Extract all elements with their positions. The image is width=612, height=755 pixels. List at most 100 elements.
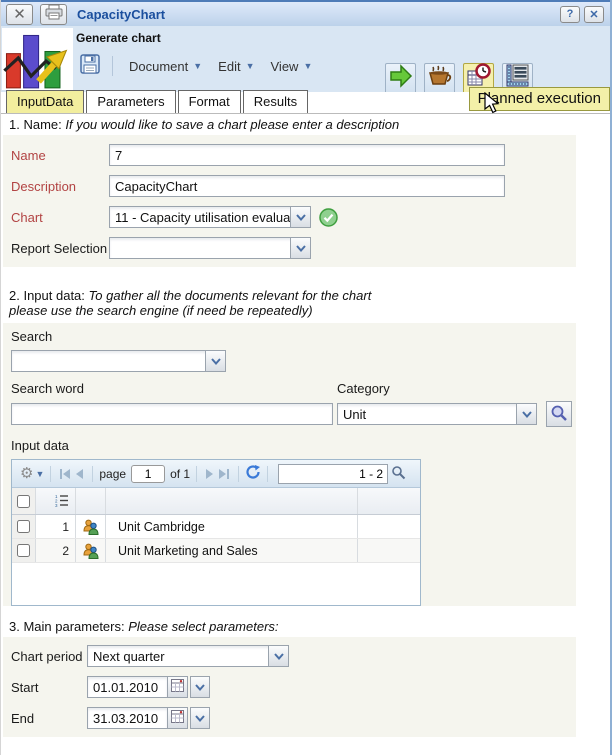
- svg-text:3: 3: [55, 503, 58, 507]
- row-number: 2: [36, 539, 76, 562]
- form-content: 1. Name: If you would like to save a cha…: [1, 115, 610, 755]
- menu-bar: Document ▼ Edit ▼ View ▼: [76, 50, 320, 82]
- refresh-icon[interactable]: [245, 464, 261, 483]
- search-icon: [550, 404, 568, 425]
- name-column-header[interactable]: [106, 488, 358, 514]
- row-checkbox[interactable]: [17, 544, 30, 557]
- report-selection-label: Report Selection: [11, 241, 109, 256]
- caret-down-icon: ▼: [246, 61, 255, 71]
- chevron-down-icon[interactable]: [290, 207, 310, 227]
- search-word-field[interactable]: [11, 403, 333, 425]
- tab-format[interactable]: Format: [178, 90, 241, 113]
- input-data-label: Input data: [11, 438, 576, 453]
- row-name: Unit Marketing and Sales: [106, 539, 358, 562]
- row-number-column-header[interactable]: 123: [36, 488, 76, 514]
- menu-edit[interactable]: Edit ▼: [210, 55, 262, 78]
- menu-separator: [112, 56, 113, 76]
- grid-row-2[interactable]: 2 Unit Marketing and Sales: [12, 539, 420, 563]
- run-search-button[interactable]: [546, 401, 572, 427]
- category-select[interactable]: Unit: [337, 403, 537, 425]
- section1-panel: Name Description Chart 11 - Capacity uti…: [3, 135, 576, 267]
- start-date-dropdown-button[interactable]: [190, 676, 210, 698]
- report-selection-select[interactable]: [109, 237, 311, 259]
- search-select[interactable]: [11, 350, 226, 372]
- select-all-checkbox[interactable]: [12, 488, 36, 514]
- menu-view[interactable]: View ▼: [263, 55, 321, 78]
- chart-period-select[interactable]: Next quarter: [87, 645, 289, 667]
- capacity-chart-window: ✕ CapacityChart ? ✕ Generate chart: [0, 0, 612, 755]
- page-count-label: of 1: [170, 467, 190, 481]
- section3-panel: Chart period Next quarter Start: [3, 637, 576, 737]
- close-window-button[interactable]: ✕: [6, 4, 33, 25]
- tab-inputdata[interactable]: InputData: [6, 90, 84, 113]
- help-button[interactable]: ?: [560, 6, 580, 23]
- grid-row-1[interactable]: 1 Unit Cambridge: [12, 515, 420, 539]
- next-page-button[interactable]: [203, 469, 216, 479]
- valid-check-icon: [319, 208, 338, 227]
- window-title: CapacityChart: [77, 7, 165, 22]
- end-label: End: [11, 711, 87, 726]
- toolbar: Generate chart Document ▼ Edit ▼ View ▼: [1, 26, 610, 92]
- section3-heading: 3. Main parameters: Please select parame…: [9, 619, 610, 634]
- chart-select[interactable]: 11 - Capacity utilisation evaluatio: [109, 206, 311, 228]
- background-job-button[interactable]: [424, 63, 455, 94]
- prev-page-button[interactable]: [73, 469, 86, 479]
- save-button[interactable]: [76, 53, 104, 79]
- gear-icon[interactable]: ⚙: [20, 466, 33, 481]
- description-label: Description: [11, 179, 109, 194]
- chevron-down-icon[interactable]: [290, 238, 310, 258]
- tab-parameters[interactable]: Parameters: [86, 90, 175, 113]
- grid-empty-area: [12, 563, 420, 605]
- start-calendar-button[interactable]: [168, 676, 188, 698]
- section1-heading: 1. Name: If you would like to save a cha…: [9, 117, 610, 132]
- close-button[interactable]: ✕: [584, 6, 604, 23]
- extra-column-header: [358, 488, 420, 514]
- name-field[interactable]: [109, 144, 505, 166]
- users-icon: [76, 539, 106, 562]
- run-chart-button[interactable]: [385, 63, 416, 94]
- type-column-header[interactable]: [76, 488, 106, 514]
- chevron-down-icon[interactable]: [205, 351, 225, 371]
- row-number-icon: 123: [55, 493, 69, 510]
- calendar-icon: [171, 710, 184, 726]
- grid-filter-input[interactable]: [278, 464, 388, 484]
- print-button[interactable]: [40, 4, 67, 25]
- floppy-disk-icon: [80, 54, 100, 79]
- first-page-button[interactable]: [57, 469, 73, 479]
- run-arrow-icon: [388, 63, 414, 94]
- page-label: page: [99, 467, 126, 481]
- titlebar: ✕ CapacityChart ? ✕: [1, 0, 610, 26]
- calendar-icon: [171, 679, 184, 695]
- caret-down-icon: ▼: [303, 61, 312, 71]
- row-checkbox[interactable]: [17, 520, 30, 533]
- tab-results[interactable]: Results: [243, 90, 308, 113]
- mouse-cursor: [484, 92, 501, 121]
- toolbar-header: Generate chart: [76, 31, 161, 45]
- end-calendar-button[interactable]: [168, 707, 188, 729]
- close-icon: ✕: [13, 5, 26, 23]
- row-number: 1: [36, 515, 76, 538]
- page-number-input[interactable]: [131, 465, 165, 483]
- section2-heading: 2. Input data: To gather all the documen…: [9, 288, 610, 318]
- menu-document[interactable]: Document ▼: [121, 55, 210, 78]
- search-word-label: Search word: [11, 381, 337, 396]
- description-field[interactable]: [109, 175, 505, 197]
- chart-period-label: Chart period: [11, 649, 87, 664]
- caret-down-icon[interactable]: ▼: [35, 469, 44, 479]
- printer-icon: [45, 4, 63, 25]
- end-date-field[interactable]: [87, 707, 168, 729]
- chevron-down-icon[interactable]: [268, 646, 288, 666]
- search-label: Search: [11, 329, 576, 344]
- name-label: Name: [11, 148, 109, 163]
- grid-search-icon[interactable]: [391, 465, 406, 483]
- chart-label: Chart: [11, 210, 109, 225]
- start-date-field[interactable]: [87, 676, 168, 698]
- chart-logo-icon: [2, 28, 73, 90]
- app-logo: [2, 28, 73, 90]
- row-name: Unit Cambridge: [106, 515, 358, 538]
- last-page-button[interactable]: [216, 469, 232, 479]
- end-date-dropdown-button[interactable]: [190, 707, 210, 729]
- chevron-down-icon[interactable]: [516, 404, 536, 424]
- grid-header-row: 123: [12, 488, 420, 515]
- coffee-cup-icon: [427, 63, 453, 94]
